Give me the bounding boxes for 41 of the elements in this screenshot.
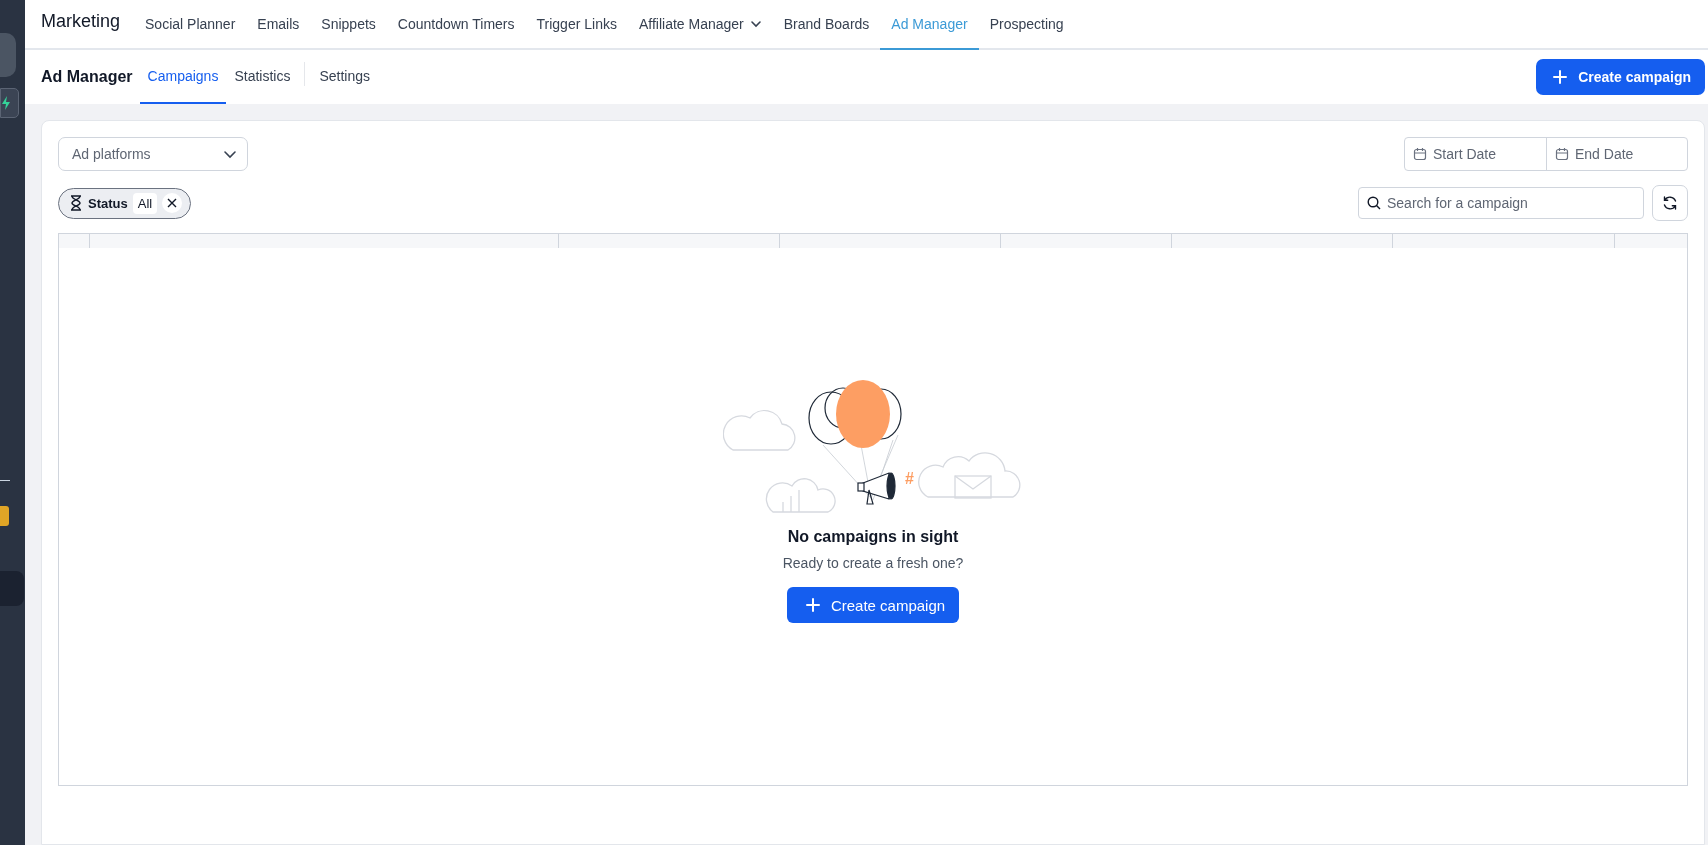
nav-tab[interactable]: Countdown Timers xyxy=(386,0,526,50)
section-title: Ad Manager xyxy=(41,68,133,86)
nav-tab[interactable]: Prospecting xyxy=(978,0,1075,50)
lightning-icon xyxy=(1,96,11,110)
page-title: Marketing xyxy=(41,10,121,32)
empty-state-subtitle: Ready to create a fresh one? xyxy=(782,555,964,571)
ad-platforms-select[interactable]: Ad platforms xyxy=(72,138,223,170)
ad-platforms-dropdown[interactable]: Ad platforms xyxy=(58,137,248,171)
balloons-megaphone-drawing: # xyxy=(723,380,1023,520)
plus-icon xyxy=(1552,69,1569,85)
sidebar-badge xyxy=(0,506,9,526)
create-campaign-button[interactable]: Create campaign xyxy=(786,587,960,623)
create-campaign-button[interactable]: Create campaign xyxy=(1536,59,1705,95)
tab[interactable]: Statistics xyxy=(226,50,299,104)
status-filter-chip[interactable]: Status All xyxy=(58,187,192,219)
nav-tab[interactable]: Affiliate Manager xyxy=(627,0,773,50)
nav-tab[interactable]: Social Planner xyxy=(134,0,247,50)
hourglass-icon xyxy=(69,195,83,211)
search-icon xyxy=(1367,196,1381,210)
end-date-field[interactable]: End Date xyxy=(1575,138,1679,170)
calendar-icon xyxy=(1413,147,1427,161)
remove-filter-button[interactable] xyxy=(162,193,183,213)
date-range-picker[interactable]: Start Date End Date xyxy=(1404,137,1688,171)
empty-state-title: No campaigns in sight xyxy=(787,528,959,546)
start-date-field[interactable]: Start Date xyxy=(1433,138,1538,170)
status-value-badge: All xyxy=(132,192,158,214)
tab[interactable]: Settings xyxy=(311,50,378,104)
nav-tab[interactable]: Emails xyxy=(246,0,311,50)
tab[interactable]: Campaigns xyxy=(139,50,227,104)
refresh-icon xyxy=(1662,195,1678,211)
chevron-down-icon xyxy=(749,18,762,30)
search-field[interactable]: Search for a campaign xyxy=(1387,188,1635,218)
plus-icon xyxy=(804,597,821,613)
refresh-button[interactable] xyxy=(1652,185,1688,221)
nav-tab[interactable]: Brand Boards xyxy=(772,0,881,50)
close-icon xyxy=(167,198,178,208)
nav-tab[interactable]: Trigger Links xyxy=(525,0,628,50)
sidebar-item[interactable] xyxy=(0,88,19,118)
search-box[interactable]: Search for a campaign xyxy=(1358,187,1644,219)
calendar-icon xyxy=(1555,147,1569,161)
nav-tab[interactable]: Snippets xyxy=(310,0,387,50)
